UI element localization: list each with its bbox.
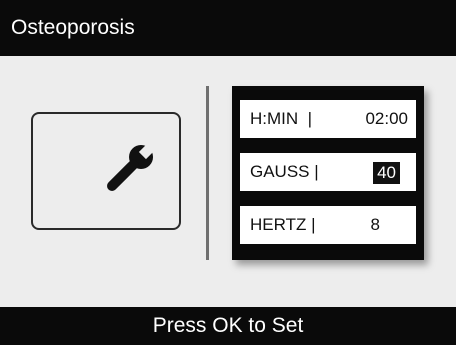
mode-icon-frame (31, 112, 181, 230)
footer-hint-text: Press OK to Set (152, 314, 304, 337)
param-time-label: H:MIN | (250, 109, 313, 128)
screen-title: Osteoporosis (11, 16, 135, 39)
vertical-divider (206, 86, 209, 260)
title-bar: Osteoporosis (0, 0, 456, 56)
footer-hint: Press OK to Set (0, 307, 456, 345)
param-hertz-label: HERTZ | (250, 215, 316, 234)
param-hertz-value[interactable]: 8 (371, 206, 380, 244)
param-gauss-row[interactable]: GAUSS | 40 (240, 153, 416, 191)
param-gauss-value[interactable]: 40 (373, 162, 400, 184)
param-time-value[interactable]: 02:00 (365, 100, 408, 138)
parameter-panel: H:MIN | 02:00 GAUSS | 40 HERTZ | 8 (232, 86, 424, 260)
param-time-row[interactable]: H:MIN | 02:00 (240, 100, 416, 138)
param-gauss-label: GAUSS | (250, 162, 319, 181)
wrench-icon (107, 144, 155, 191)
device-screen: Osteoporosis H:MIN | 02:00 GAUSS | 40 HE… (0, 0, 456, 345)
param-hertz-row[interactable]: HERTZ | 8 (240, 206, 416, 244)
